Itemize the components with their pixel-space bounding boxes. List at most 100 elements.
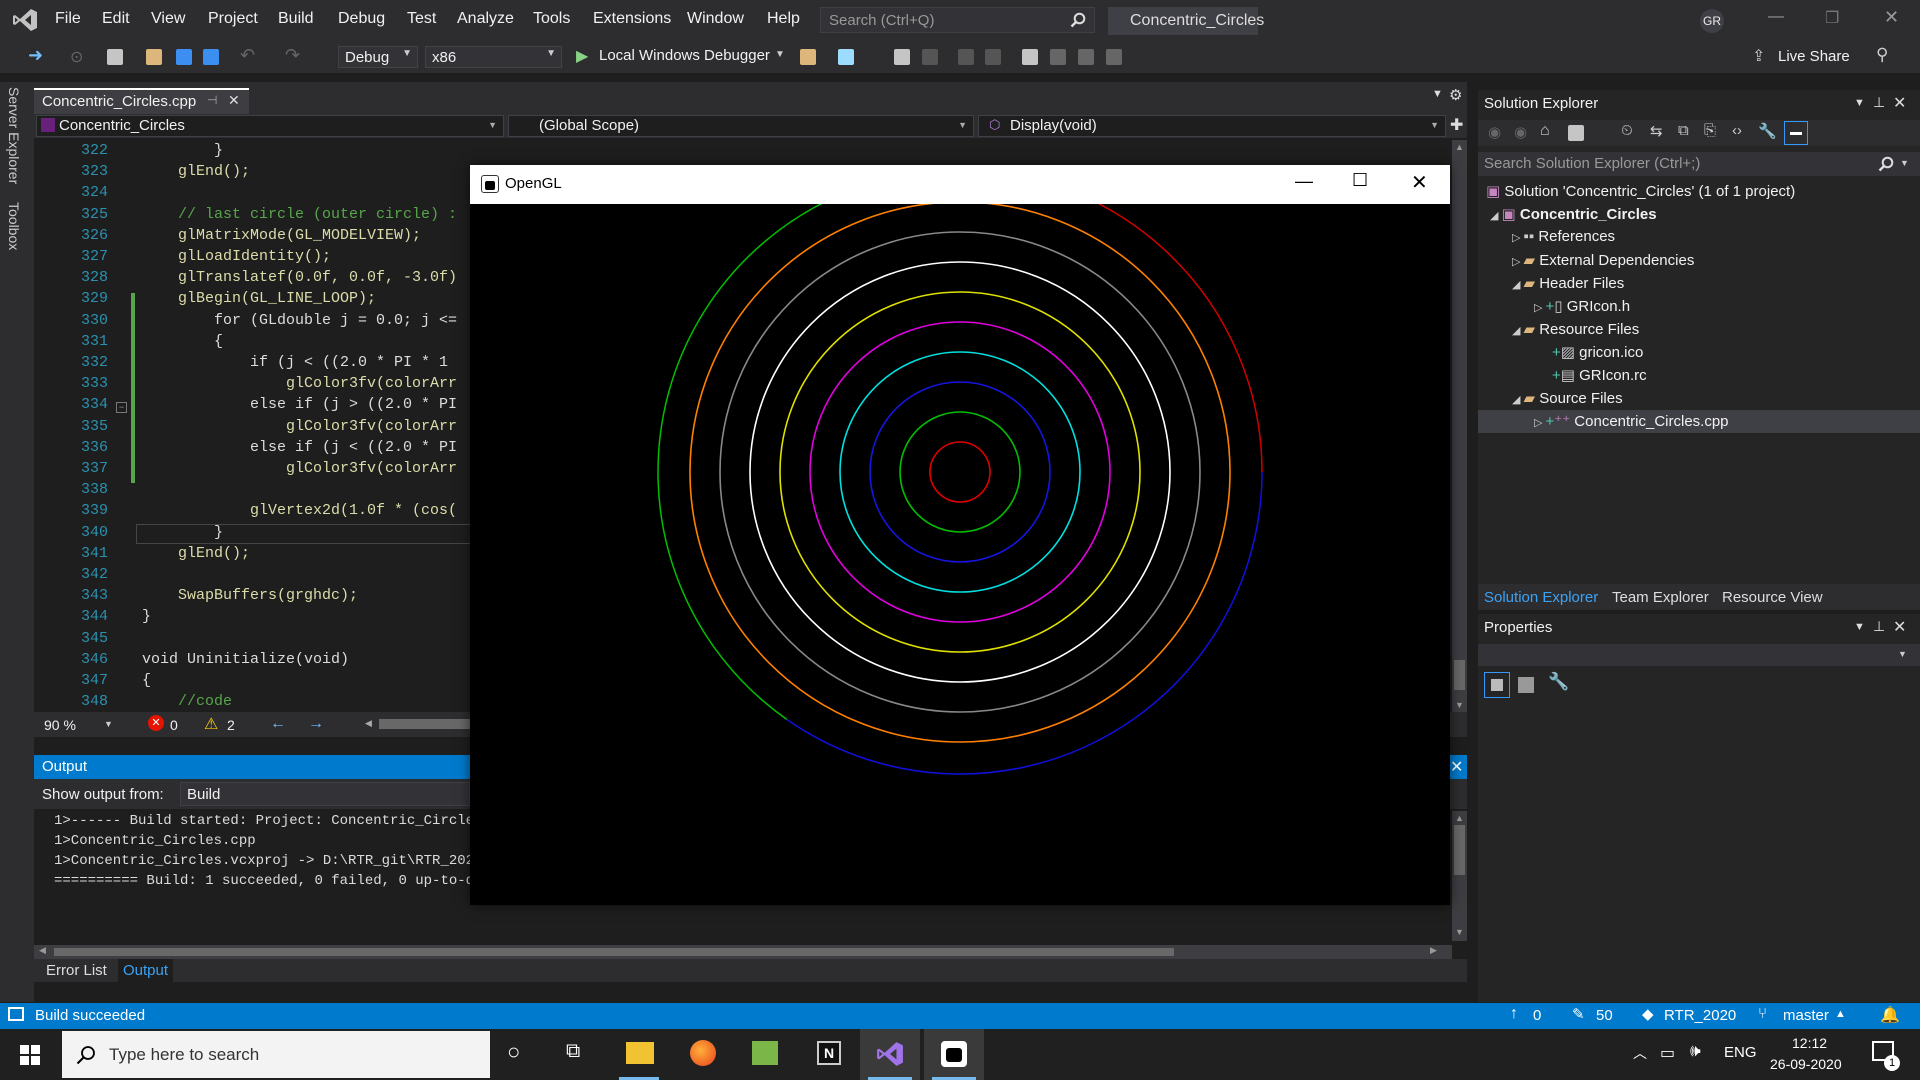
alphabetical-icon[interactable] (1518, 677, 1534, 693)
save-icon[interactable] (176, 49, 192, 65)
open-file-icon[interactable] (146, 49, 162, 65)
bookmark-icon[interactable] (1022, 49, 1038, 65)
nav-forward-icon[interactable]: → (308, 715, 324, 733)
back-icon[interactable]: ◉ (1488, 123, 1501, 141)
close-button[interactable]: ✕ (1884, 7, 1899, 28)
tab-resource-view[interactable]: Resource View (1722, 589, 1823, 606)
categorized-icon[interactable] (1484, 672, 1510, 698)
language-indicator[interactable]: ENG (1724, 1044, 1757, 1061)
project-combo[interactable]: Concentric_Circles ▼ (36, 115, 504, 137)
platform-select[interactable]: x86 ▼ (425, 46, 562, 68)
close-icon[interactable]: ✕ (228, 92, 240, 109)
comment-icon[interactable] (958, 49, 974, 65)
tree-gricon-ico[interactable]: +▨ gricon.ico (1552, 343, 1643, 361)
feedback-icon[interactable]: ⚲ (1876, 45, 1888, 65)
menu-tools[interactable]: Tools (533, 10, 570, 28)
menu-window[interactable]: Window (687, 10, 744, 28)
menu-edit[interactable]: Edit (102, 10, 130, 28)
pin-icon[interactable]: ⊥ (1873, 618, 1885, 635)
collapse-all-icon[interactable]: ⧉ (1678, 122, 1689, 139)
bookmark-clear-icon[interactable] (1106, 49, 1122, 65)
scroll-up-icon[interactable]: ▲ (1455, 813, 1464, 823)
tree-references[interactable]: ▷ ▪▪ References (1512, 228, 1615, 245)
redo-icon[interactable]: ↷ (285, 45, 300, 66)
config-select[interactable]: Debug ▼ (338, 46, 418, 68)
firefox-icon[interactable] (690, 1040, 716, 1066)
branch-name[interactable]: master (1783, 1007, 1829, 1024)
scroll-left-icon[interactable]: ◀ (39, 945, 46, 956)
output-vertical-scrollbar[interactable]: ▲ ▼ (1452, 811, 1467, 941)
pending-changes[interactable]: 50 (1596, 1007, 1613, 1024)
switch-views-icon[interactable] (1568, 125, 1584, 141)
menu-project[interactable]: Project (208, 10, 258, 28)
warning-count[interactable]: 2 (227, 717, 235, 733)
tree-source-files[interactable]: ◢ ▰ Source Files (1512, 389, 1623, 407)
output-horizontal-scrollbar[interactable]: ◀ ▶ (34, 945, 1452, 959)
chevron-down-icon[interactable]: ▼ (1432, 88, 1443, 100)
zoom-level[interactable]: 90 % (44, 717, 76, 733)
file-explorer-icon[interactable] (626, 1042, 654, 1064)
taskbar-search[interactable]: Type here to search (62, 1031, 490, 1078)
minimize-button[interactable]: — (1768, 8, 1784, 26)
member-combo[interactable]: ⬡ Display(void) ▼ (978, 115, 1446, 137)
close-icon[interactable]: ✕ (1893, 93, 1906, 113)
home-icon[interactable]: ⌂ (1540, 122, 1550, 140)
step-over-icon[interactable] (922, 49, 938, 65)
menu-analyze[interactable]: Analyze (457, 10, 514, 28)
menu-build[interactable]: Build (278, 10, 314, 28)
scrollbar-thumb[interactable] (1454, 660, 1465, 690)
browser-icon[interactable] (838, 49, 854, 65)
opengl-title-bar[interactable]: OpenGL — ☐ ✕ (470, 165, 1450, 204)
new-project-icon[interactable] (107, 49, 123, 65)
chevron-up-icon[interactable]: ︿ (1633, 1043, 1647, 1063)
notion-icon[interactable]: N (817, 1041, 841, 1065)
notification-bell-icon[interactable]: 🔔 (1880, 1005, 1900, 1025)
back-arrow-icon[interactable]: ➜ (28, 45, 43, 66)
tree-solution[interactable]: ▣ Solution 'Concentric_Circles' (1 of 1 … (1486, 182, 1795, 200)
chevron-down-icon[interactable]: ▼ (1854, 97, 1865, 109)
error-count[interactable]: 0 (170, 717, 178, 733)
close-icon[interactable]: ✕ (1893, 617, 1906, 637)
clock-date[interactable]: 26-09-2020 (1770, 1056, 1842, 1072)
sync-icon[interactable]: ⇆ (1650, 122, 1663, 140)
split-icon[interactable]: ✚ (1450, 115, 1463, 135)
scrollbar-thumb[interactable] (1454, 825, 1465, 875)
save-all-icon[interactable] (203, 49, 219, 65)
tab-error-list[interactable]: Error List (46, 962, 107, 979)
scroll-down-icon[interactable]: ▼ (1455, 700, 1464, 710)
output-source-select[interactable]: Build (180, 782, 470, 806)
start-debugging-button[interactable]: ▶ Local Windows Debugger ▼ (572, 46, 787, 68)
preview-selected-icon[interactable] (1784, 121, 1808, 145)
menu-extensions[interactable]: Extensions (593, 10, 671, 28)
bookmark-prev-icon[interactable] (1050, 49, 1066, 65)
tree-header-files[interactable]: ◢ ▰ Header Files (1512, 274, 1624, 292)
step-icon[interactable] (894, 49, 910, 65)
tree-external-dependencies[interactable]: ▷ ▰ External Dependencies (1512, 251, 1694, 269)
close-icon[interactable]: ✕ (1450, 757, 1463, 777)
uncomment-icon[interactable] (985, 49, 1001, 65)
chevron-down-icon[interactable]: ▼ (104, 719, 113, 729)
menu-test[interactable]: Test (407, 10, 436, 28)
show-all-files-icon[interactable]: ⎘ (1704, 122, 1716, 139)
pending-pushes[interactable]: 0 (1533, 1007, 1541, 1024)
pin-icon[interactable]: ⊥ (1873, 94, 1885, 111)
tool-icon[interactable] (800, 49, 816, 65)
opengl-window[interactable]: OpenGL — ☐ ✕ (470, 165, 1450, 905)
scroll-down-icon[interactable]: ▼ (1455, 927, 1464, 937)
scrollbar-thumb[interactable] (54, 948, 1174, 956)
paint-icon[interactable] (752, 1041, 778, 1065)
chevron-up-icon[interactable]: ▲ (1835, 1008, 1846, 1020)
repository-name[interactable]: RTR_2020 (1664, 1007, 1736, 1024)
tab-team-explorer[interactable]: Team Explorer (1612, 589, 1709, 606)
property-pages-icon[interactable]: 🔧 (1548, 672, 1569, 692)
cortana-icon[interactable]: ○ (507, 1039, 520, 1065)
chevron-down-icon[interactable]: ▼ (1900, 158, 1909, 168)
minimize-button[interactable]: — (1295, 171, 1313, 192)
clock-time[interactable]: 12:12 (1792, 1035, 1827, 1051)
se-search-box[interactable]: Search Solution Explorer (Ctrl+;) ▼ (1478, 152, 1920, 176)
maximize-button[interactable]: ☐ (1352, 170, 1368, 191)
forward-icon[interactable]: ⊙ (70, 47, 83, 67)
tree-gricon-h[interactable]: ▷ +▯ GRIcon.h (1534, 297, 1630, 315)
windows-start-icon[interactable] (20, 1045, 40, 1065)
menu-help[interactable]: Help (767, 10, 800, 28)
